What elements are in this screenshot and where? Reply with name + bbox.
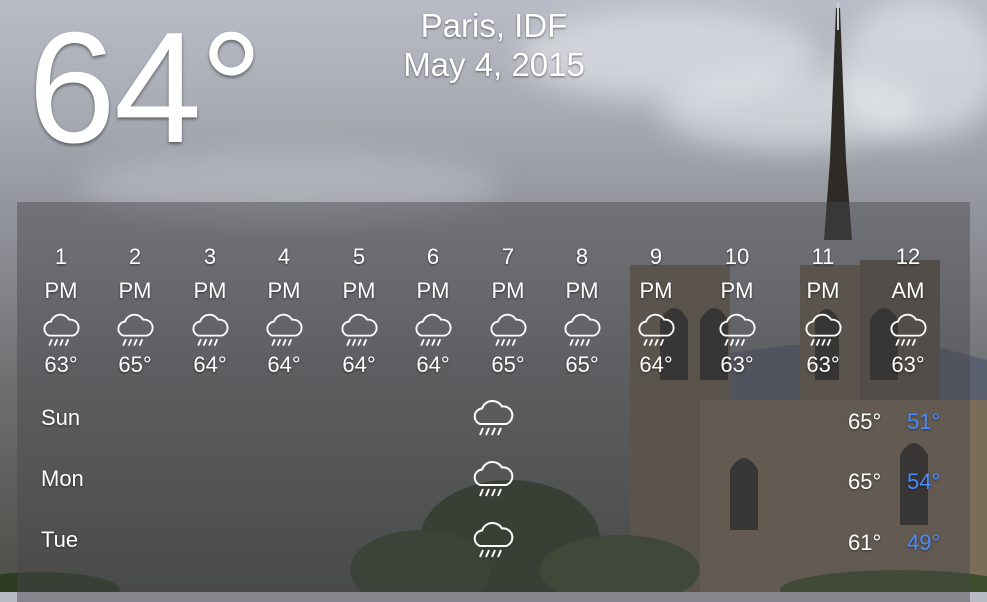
rain-cloud-icon bbox=[411, 312, 455, 352]
rain-cloud-icon bbox=[113, 312, 157, 352]
ampm-label: PM bbox=[342, 278, 376, 303]
hour-temp: 65° bbox=[565, 352, 599, 377]
ampm-label: PM bbox=[720, 278, 754, 303]
ampm-label: PM bbox=[491, 278, 525, 303]
hour-label: 12 bbox=[895, 244, 921, 269]
ampm-label: PM bbox=[416, 278, 450, 303]
current-temperature: 64° bbox=[28, 0, 263, 176]
high-temp: 65° bbox=[848, 469, 882, 494]
rain-cloud-icon bbox=[39, 312, 83, 352]
hour-column: 5 PM 64° bbox=[324, 240, 394, 382]
rain-cloud-icon bbox=[634, 312, 678, 352]
hour-column: 6 PM 64° bbox=[398, 240, 468, 382]
hour-column: 4 PM 64° bbox=[249, 240, 319, 382]
hour-temp: 63° bbox=[891, 352, 925, 377]
hour-column: 11 PM 63° bbox=[788, 240, 858, 382]
rain-cloud-icon bbox=[470, 520, 516, 564]
hour-label: 3 bbox=[203, 244, 217, 269]
hour-column: 9 PM 64° bbox=[621, 240, 691, 382]
rain-cloud-icon bbox=[715, 312, 759, 352]
hour-label: 2 bbox=[128, 244, 142, 269]
day-label: Mon bbox=[41, 466, 84, 491]
hour-temp: 64° bbox=[416, 352, 450, 377]
high-temp: 61° bbox=[848, 530, 882, 555]
hour-label: 11 bbox=[811, 244, 835, 269]
hour-column: 12 AM 63° bbox=[873, 240, 943, 382]
rain-cloud-icon bbox=[470, 398, 516, 442]
hour-temp: 65° bbox=[118, 352, 152, 377]
hour-label: 10 bbox=[724, 244, 750, 269]
hour-label: 1 bbox=[54, 244, 68, 269]
ampm-label: PM bbox=[639, 278, 673, 303]
date-label: May 4, 2015 bbox=[403, 46, 585, 83]
ampm-label: PM bbox=[806, 278, 840, 303]
low-temp: 54° bbox=[907, 469, 941, 494]
low-temp: 49° bbox=[907, 530, 941, 555]
hour-temp: 63° bbox=[44, 352, 78, 377]
ampm-label: PM bbox=[565, 278, 599, 303]
hour-label: 9 bbox=[649, 244, 663, 269]
hour-column: 1 PM 63° bbox=[26, 240, 96, 382]
hour-label: 4 bbox=[277, 244, 291, 269]
high-temp: 65° bbox=[848, 409, 882, 434]
hour-temp: 64° bbox=[639, 352, 673, 377]
ampm-label: AM bbox=[891, 278, 925, 303]
ampm-label: PM bbox=[267, 278, 301, 303]
ampm-label: PM bbox=[44, 278, 78, 303]
day-label: Tue bbox=[41, 527, 79, 552]
rain-cloud-icon bbox=[188, 312, 232, 352]
rain-cloud-icon bbox=[801, 312, 845, 352]
location-header: Paris, IDF May 4, 2015 bbox=[360, 6, 628, 84]
hour-column: 3 PM 64° bbox=[175, 240, 245, 382]
day-label: Sun bbox=[41, 405, 81, 430]
hour-temp: 64° bbox=[193, 352, 227, 377]
hour-label: 5 bbox=[352, 244, 366, 269]
rain-cloud-icon bbox=[886, 312, 930, 352]
ampm-label: PM bbox=[118, 278, 152, 303]
hour-temp: 65° bbox=[491, 352, 525, 377]
hour-temp: 63° bbox=[806, 352, 840, 377]
hour-column: 10 PM 63° bbox=[702, 240, 772, 382]
hour-label: 8 bbox=[575, 244, 589, 269]
rain-cloud-icon bbox=[486, 312, 530, 352]
rain-cloud-icon bbox=[470, 459, 516, 503]
rain-cloud-icon bbox=[337, 312, 381, 352]
hour-column: 8 PM 65° bbox=[547, 240, 617, 382]
rain-cloud-icon bbox=[262, 312, 306, 352]
hour-label: 7 bbox=[501, 244, 515, 269]
hour-temp: 64° bbox=[267, 352, 301, 377]
hour-label: 6 bbox=[426, 244, 440, 269]
low-temp: 51° bbox=[907, 409, 941, 434]
rain-cloud-icon bbox=[560, 312, 604, 352]
hour-column: 2 PM 65° bbox=[100, 240, 170, 382]
hour-column: 7 PM 65° bbox=[473, 240, 543, 382]
ampm-label: PM bbox=[193, 278, 227, 303]
hour-temp: 64° bbox=[342, 352, 376, 377]
hour-temp: 63° bbox=[720, 352, 754, 377]
city-label: Paris, IDF bbox=[420, 7, 568, 44]
